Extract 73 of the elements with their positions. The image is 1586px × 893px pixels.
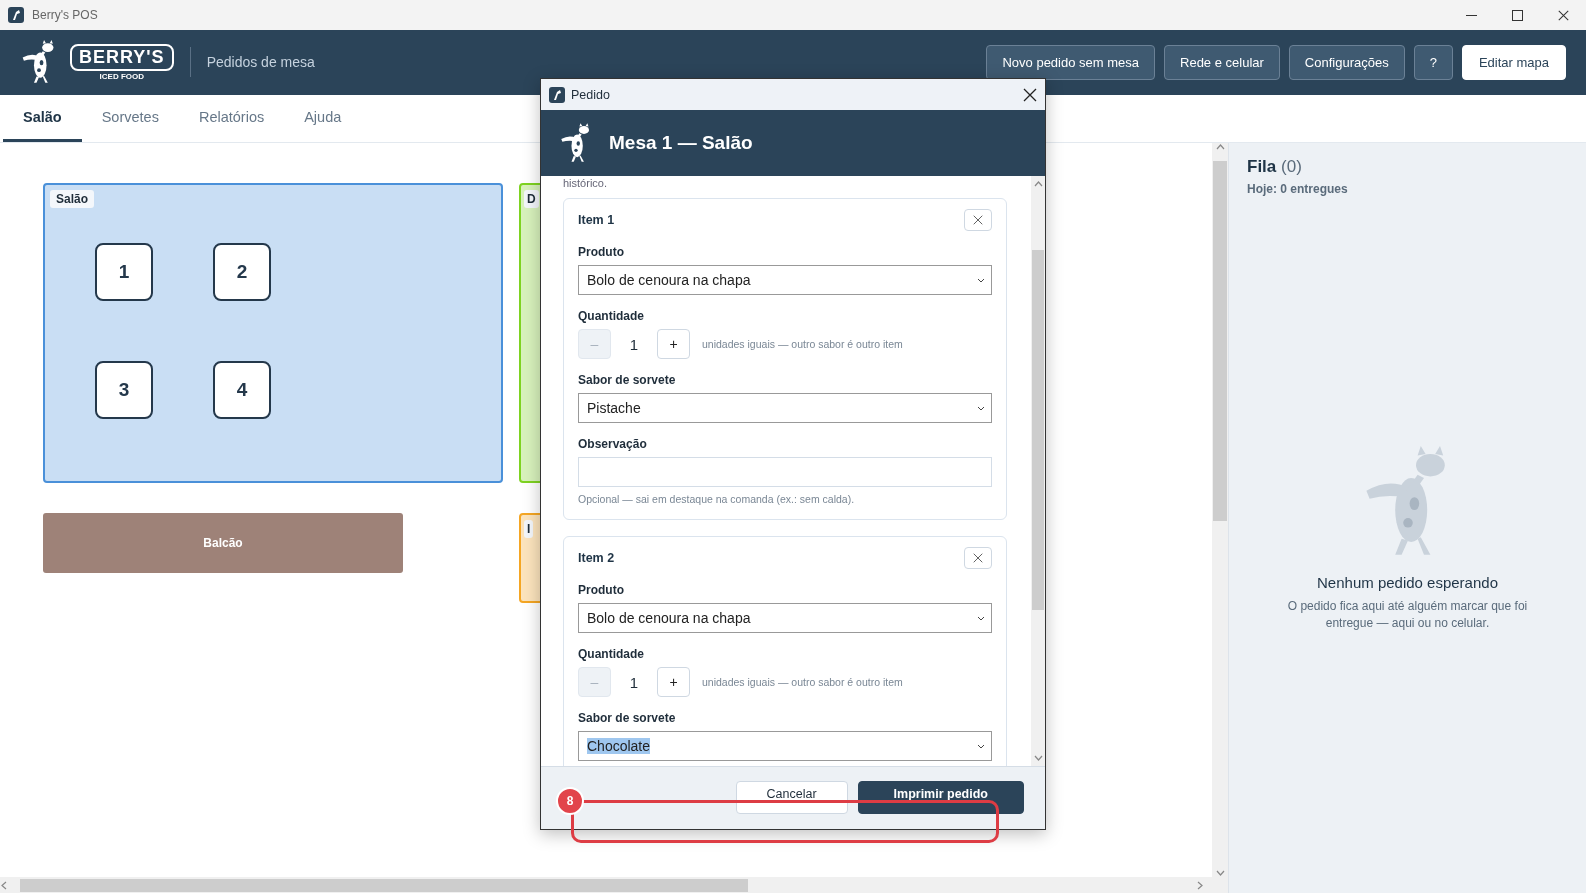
remove-item-button[interactable] (964, 547, 992, 569)
header-button[interactable]: ? (1413, 44, 1453, 80)
empty-title: Nenhum pedido esperando (1317, 574, 1498, 591)
field-label: Produto (578, 583, 625, 597)
quantity-hint: unidades iguais — outro sabor é outro item (702, 676, 903, 688)
scrollbar-thumb[interactable] (1032, 250, 1044, 610)
scrollbar-thumb[interactable] (20, 879, 748, 892)
product-select[interactable]: Bolo de cenoura na chapa (578, 603, 992, 633)
app-icon (8, 7, 24, 23)
close-icon[interactable] (1023, 87, 1037, 102)
close-icon[interactable] (1557, 9, 1569, 21)
scrollbar-thumb[interactable] (1213, 161, 1227, 521)
queue-summary: Hoje: 0 entregues (1247, 182, 1349, 196)
scroll-up-icon[interactable] (1033, 180, 1043, 189)
scroll-down-icon[interactable] (1215, 868, 1225, 877)
item-title: Item 1 (578, 213, 615, 227)
note-field[interactable] (578, 457, 992, 487)
table-button[interactable]: 4 (213, 361, 271, 419)
field-label: Produto (578, 245, 625, 259)
window-title: Berry's POS (32, 8, 98, 22)
caret-icon (977, 616, 985, 622)
table-button[interactable]: 1 (95, 243, 153, 301)
close-icon (973, 553, 983, 563)
app-icon (549, 86, 565, 103)
close-icon (973, 215, 983, 225)
field-hint: Opcional — sai em destaque na comanda (ex.: sem calda). (578, 493, 856, 505)
field-label: Observação (578, 437, 648, 451)
zone-label: D (524, 190, 539, 208)
quantity-value: 1 (628, 673, 640, 691)
field-label: Sabor de sorvete (578, 711, 677, 725)
header-button[interactable]: Rede e celular (1164, 44, 1280, 80)
product-select[interactable]: Bolo de cenoura na chapa (578, 265, 992, 295)
increase-button[interactable]: + (657, 329, 690, 359)
zone-label: Salão (50, 190, 94, 208)
caret-icon (977, 278, 985, 284)
caret-icon (977, 406, 985, 412)
logo-wordmark: BERRY'S (70, 43, 174, 71)
scroll-right-icon[interactable] (1195, 881, 1204, 890)
intro-text: histórico. (563, 176, 609, 190)
logo-tagline: ICED FOOD (99, 71, 145, 81)
flavor-select[interactable]: Chocolate (578, 731, 992, 761)
increase-button[interactable]: + (657, 667, 690, 697)
header-button[interactable]: Editar mapa (1461, 44, 1566, 80)
dialog-heading: Mesa 1 — Salão (609, 132, 753, 154)
counter-area[interactable]: Balcão (43, 513, 403, 573)
table-button[interactable]: 3 (95, 361, 153, 419)
table-button[interactable]: 2 (213, 243, 271, 301)
remove-item-button[interactable] (964, 209, 992, 231)
maximize-icon[interactable] (1511, 9, 1523, 21)
print-button[interactable]: Imprimir pedido (857, 780, 1024, 814)
item-title: Item 2 (578, 551, 615, 565)
scroll-down-icon[interactable] (1033, 753, 1043, 762)
tab[interactable]: Salão (3, 95, 82, 142)
tab[interactable]: Ajuda (284, 95, 362, 142)
scroll-left-icon[interactable] (0, 881, 9, 890)
caret-icon (977, 744, 985, 750)
zone-label: I (524, 520, 534, 538)
quantity-value: 1 (628, 335, 640, 353)
field-label: Quantidade (578, 309, 645, 323)
empty-text: O pedido fica aqui até alguém marcar que foi entregue — aqui ou no celular. (1286, 598, 1529, 632)
queue-title: Fila (0) (1247, 157, 1303, 177)
field-label: Sabor de sorvete (578, 373, 677, 387)
dialog-title: Pedido (571, 87, 610, 102)
tab[interactable]: Relatórios (178, 95, 285, 142)
header-button[interactable]: Configurações (1288, 44, 1405, 80)
section-title: Pedidos de mesa (206, 54, 315, 70)
flavor-select[interactable]: Pistache (578, 393, 992, 423)
scroll-up-icon[interactable] (1215, 143, 1225, 152)
quantity-hint: unidades iguais — outro sabor é outro item (702, 338, 903, 350)
field-label: Quantidade (578, 647, 645, 661)
tab[interactable]: Sorvetes (81, 95, 179, 142)
floor-zone[interactable]: Salão 1 2 3 4 (43, 183, 503, 483)
header-button[interactable]: Novo pedido sem mesa (986, 44, 1155, 80)
